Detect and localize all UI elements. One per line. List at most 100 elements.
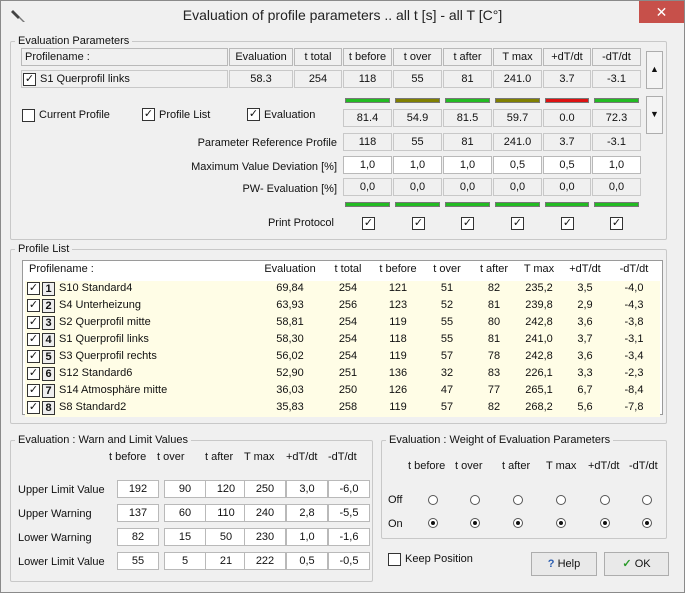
warn-row-label: Upper Warning [18, 508, 92, 520]
weight-on-radio[interactable] [513, 518, 523, 528]
warn-value-input[interactable]: 2,8 [286, 504, 328, 522]
evaluation-option-checkbox[interactable]: ✓ [247, 108, 260, 121]
rank-badge: 6 [42, 367, 55, 381]
print-minus-dtdt-checkbox[interactable]: ✓ [610, 217, 623, 230]
ok-button[interactable]: ✓ OK [604, 552, 669, 576]
row-checkbox[interactable]: ✓ [27, 350, 40, 363]
row-over: 52 [440, 299, 454, 311]
list-row[interactable]: ✓ 2 S4 Unterheizung 63,93 256 123 52 81 239,8 2,9… [25, 298, 660, 315]
print-t-before-checkbox[interactable]: ✓ [362, 217, 375, 230]
list-header-profilename: Profilename : [29, 263, 94, 275]
warn-value-input[interactable]: 82 [117, 528, 159, 546]
weight-off-radio[interactable] [600, 495, 610, 505]
row-checkbox[interactable]: ✓ [27, 384, 40, 397]
row-checkbox[interactable]: ✓ [27, 316, 40, 329]
maxdev-minus-dtdt-input[interactable]: 1,0 [592, 156, 641, 174]
weight-off-radio[interactable] [428, 495, 438, 505]
maxdev-t-after-input[interactable]: 1,0 [443, 156, 492, 174]
warn-value-input[interactable]: 110 [205, 504, 247, 522]
ref-t-max: 241.0 [493, 133, 542, 151]
pw-bar [545, 202, 589, 207]
warn-value-input[interactable]: 1,0 [286, 528, 328, 546]
warn-value-input[interactable]: 137 [117, 504, 159, 522]
warn-value-input[interactable]: 120 [205, 480, 247, 498]
warn-value-input[interactable]: 240 [244, 504, 286, 522]
row-tmax: 226,1 [525, 367, 553, 379]
maxdev-t-before-input[interactable]: 1,0 [343, 156, 392, 174]
warn-value-input[interactable]: -1,6 [328, 528, 370, 546]
current-t-over-value: 55 [393, 70, 442, 88]
list-row[interactable]: ✓ 1 S10 Standard4 69,84 254 121 51 82 235,2 3,5 -4… [25, 281, 660, 298]
print-t-after-checkbox[interactable]: ✓ [461, 217, 474, 230]
print-t-max-checkbox[interactable]: ✓ [511, 217, 524, 230]
row-checkbox[interactable]: ✓ [27, 401, 40, 414]
warn-value-input[interactable]: 222 [244, 552, 286, 570]
scroll-down-button[interactable]: ▼ [646, 96, 663, 134]
weight-off-radio[interactable] [513, 495, 523, 505]
list-row[interactable]: ✓ 7 S14 Atmosphäre mitte 36,03 250 126 47 77 265… [25, 383, 660, 400]
warn-header: T max [244, 451, 275, 463]
maxdev-t-over-input[interactable]: 1,0 [393, 156, 442, 174]
print-t-over-checkbox[interactable]: ✓ [412, 217, 425, 230]
maxdev-plus-dtdt-input[interactable]: 0,5 [543, 156, 591, 174]
weight-off-radio[interactable] [470, 495, 480, 505]
warn-value-input[interactable]: 3,0 [286, 480, 328, 498]
ok-check-icon: ✓ [622, 558, 632, 570]
maxdev-t-max-input[interactable]: 0,5 [493, 156, 542, 174]
warn-value-input[interactable]: 55 [117, 552, 159, 570]
warn-value-input[interactable]: 50 [205, 528, 247, 546]
warn-value-input[interactable]: 5 [164, 552, 206, 570]
row-eval: 58,81 [276, 316, 304, 328]
current-profile-row[interactable]: ✓ S1 Querprofil links [21, 70, 228, 88]
weight-on-radio[interactable] [556, 518, 566, 528]
profile-list[interactable]: Profilename : Evaluation t total t befor… [22, 260, 663, 417]
row-tmax: 235,2 [525, 282, 553, 294]
weight-legend: Evaluation : Weight of Evaluation Parame… [389, 434, 611, 446]
keep-position-label: Keep Position [405, 553, 473, 565]
row-checkbox[interactable]: ✓ [27, 333, 40, 346]
row-checkbox[interactable]: ✓ [27, 367, 40, 380]
warn-value-input[interactable]: 15 [164, 528, 206, 546]
warn-value-input[interactable]: -0,5 [328, 552, 370, 570]
list-row[interactable]: ✓ 3 S2 Querprofil mitte 58,81 254 119 55 80 242,… [25, 315, 660, 332]
pw-t-max: 0,0 [493, 178, 542, 196]
row-checkbox[interactable]: ✓ [27, 282, 40, 295]
weight-off-radio[interactable] [642, 495, 652, 505]
warn-value-input[interactable]: 60 [164, 504, 206, 522]
eval-t-over: 54.9 [393, 109, 442, 127]
print-plus-dtdt-checkbox[interactable]: ✓ [561, 217, 574, 230]
warn-value-input[interactable]: 90 [164, 480, 206, 498]
help-button[interactable]: ? Help [531, 552, 597, 576]
reference-profile-label: Parameter Reference Profile [197, 137, 337, 149]
keep-position-checkbox[interactable] [388, 553, 401, 566]
warn-value-input[interactable]: 21 [205, 552, 247, 570]
weight-on-radio[interactable] [600, 518, 610, 528]
warn-value-input[interactable]: 0,5 [286, 552, 328, 570]
row-profilename: S8 Standard2 [59, 401, 127, 413]
profile-list-option-checkbox[interactable]: ✓ [142, 108, 155, 121]
list-row[interactable]: ✓ 4 S1 Querprofil links 58,30 254 118 55 81 241,… [25, 332, 660, 349]
warn-value-input[interactable]: -5,5 [328, 504, 370, 522]
row-eval: 56,02 [276, 350, 304, 362]
weight-on-radio[interactable] [428, 518, 438, 528]
row-ndt: -3,8 [624, 316, 644, 328]
help-button-label: Help [557, 558, 581, 570]
close-button[interactable]: ✕ [639, 1, 684, 23]
weight-on-radio[interactable] [642, 518, 652, 528]
list-row[interactable]: ✓ 5 S3 Querprofil rechts 56,02 254 119 57 78 242… [25, 349, 660, 366]
warn-value-input[interactable]: 230 [244, 528, 286, 546]
list-row[interactable]: ✓ 8 S8 Standard2 35,83 258 119 57 82 268,2 5,6 -7,… [25, 400, 660, 417]
warn-value-input[interactable]: -6,0 [328, 480, 370, 498]
rank-badge: 8 [42, 401, 55, 415]
current-profile-option-checkbox[interactable] [22, 109, 35, 122]
weight-on-radio[interactable] [470, 518, 480, 528]
rank-badge: 4 [42, 333, 55, 347]
warn-value-input[interactable]: 250 [244, 480, 286, 498]
current-profile-checkbox[interactable]: ✓ [23, 73, 36, 86]
row-total: 254 [338, 316, 358, 328]
scroll-up-button[interactable]: ▲ [646, 51, 663, 89]
row-checkbox[interactable]: ✓ [27, 299, 40, 312]
list-row[interactable]: ✓ 6 S12 Standard6 52,90 251 136 32 83 226,1 3,3 -2… [25, 366, 660, 383]
warn-value-input[interactable]: 192 [117, 480, 159, 498]
weight-off-radio[interactable] [556, 495, 566, 505]
